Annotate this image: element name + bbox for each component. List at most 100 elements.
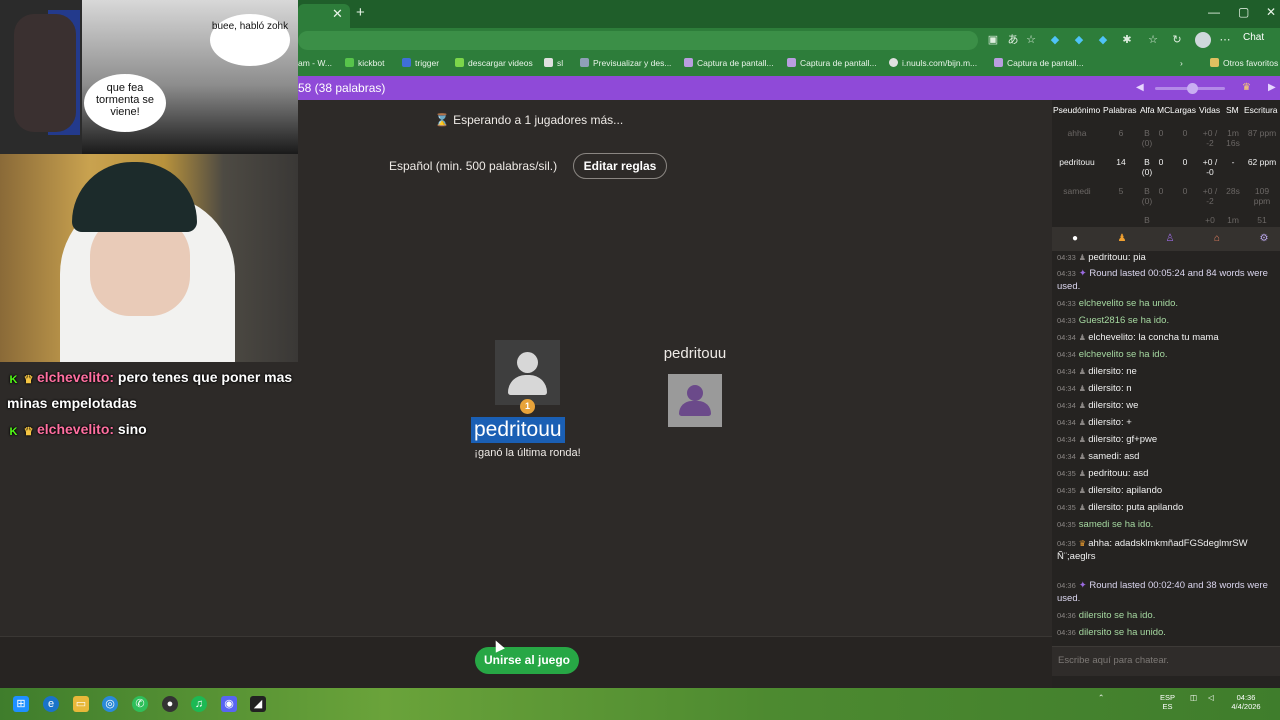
- chat-username[interactable]: dilersito: [1088, 366, 1121, 377]
- scoreboard-row: samedi 5 B (0) 0 0 +0 / -2 28s 109 ppm: [1052, 183, 1280, 211]
- puzzle-icon[interactable]: ✱: [1120, 33, 1134, 47]
- settings-tab-icon[interactable]: ⚙: [1257, 232, 1271, 246]
- lives-cell: +0: [1205, 215, 1215, 225]
- bookmark[interactable]: descargar videos: [455, 58, 533, 68]
- chat-username[interactable]: samedi: [1088, 451, 1119, 462]
- chat-username[interactable]: dilersito: [1088, 417, 1121, 428]
- chat-username[interactable]: elchevelito: [1088, 332, 1133, 343]
- start-icon[interactable]: ⊞: [13, 696, 29, 712]
- url-field[interactable]: [298, 31, 978, 50]
- lang-code: ESP: [1160, 693, 1176, 702]
- minimize-icon[interactable]: —: [1208, 5, 1220, 19]
- bookmark-label: Captura de pantall...: [800, 58, 877, 68]
- chat-message: 04:35 ♟ pedritouu: asd: [1057, 468, 1275, 481]
- edit-rules-button[interactable]: Editar reglas: [573, 153, 667, 179]
- chat-text: apilando: [1126, 485, 1163, 496]
- user-icon-body: [508, 375, 547, 395]
- extension-icon[interactable]: ◆: [1048, 33, 1062, 47]
- chat-message: 04:34 ♟ dilersito: +: [1057, 417, 1275, 430]
- chrome-icon[interactable]: ●: [162, 696, 178, 712]
- chevron-right-icon[interactable]: ›: [1180, 58, 1183, 68]
- volume-knob[interactable]: [1187, 83, 1198, 94]
- obs-icon[interactable]: ◢: [250, 696, 266, 712]
- chat-username[interactable]: dilersito: [1088, 383, 1121, 394]
- star-icon[interactable]: ☆: [1024, 33, 1038, 47]
- volume-tray-icon[interactable]: ◁: [1208, 693, 1214, 702]
- chat-text: Round lasted 00:02:40 and 38 words were …: [1057, 580, 1268, 604]
- bookmark[interactable]: Otros favoritos: [1210, 58, 1278, 68]
- chat-text: dilersito se ha unido.: [1078, 627, 1166, 638]
- folder-icon[interactable]: ▭: [73, 696, 89, 712]
- bookmark[interactable]: Captura de pantall...: [684, 58, 774, 68]
- crown-badge-icon: ♛: [23, 374, 34, 386]
- chat-system-message: 04:33 Guest2816 se ha ido.: [1057, 315, 1275, 328]
- bookmark[interactable]: sl: [544, 58, 563, 68]
- chat-input-placeholder: Escribe aquí para chatear.: [1058, 655, 1169, 666]
- players-tab-icon[interactable]: ♟: [1115, 232, 1129, 246]
- alfa-cell: B (0): [1141, 186, 1153, 206]
- bookmark[interactable]: am - W...: [298, 58, 332, 68]
- bookmark[interactable]: kickbot: [345, 58, 384, 68]
- translate-icon[interactable]: あ: [1006, 33, 1020, 47]
- favorites-icon[interactable]: ☆: [1146, 33, 1160, 47]
- player-name-cell: ahha: [1067, 128, 1087, 138]
- chat-username[interactable]: dilersito: [1088, 502, 1121, 513]
- chat-username[interactable]: dilersito: [1088, 485, 1121, 496]
- bookmark[interactable]: i.nuuls.com/bijn.m...: [889, 58, 977, 68]
- profile-tab-icon[interactable]: ♙: [1163, 232, 1177, 246]
- crown-icon: ♛: [1078, 539, 1089, 548]
- user-icon: [687, 385, 703, 401]
- bookmark[interactable]: Previsualizar y des...: [580, 58, 671, 68]
- more-icon[interactable]: ⋯: [1218, 33, 1232, 47]
- chat-username[interactable]: dilersito: [1088, 434, 1121, 445]
- bookmark[interactable]: Captura de pantall...: [994, 58, 1084, 68]
- discord-icon[interactable]: ◉: [221, 696, 237, 712]
- lives-cell: +0 / -2: [1202, 128, 1218, 148]
- network-icon[interactable]: ◫: [1190, 693, 1197, 702]
- close-window-icon[interactable]: ✕: [1266, 5, 1276, 19]
- new-tab-icon[interactable]: +: [356, 4, 365, 21]
- alfa-cell: B: [1144, 215, 1150, 225]
- chat-text: Round lasted 00:05:24 and 84 words were …: [1057, 268, 1268, 292]
- bookmark-label: sl: [557, 58, 564, 68]
- edge-icon[interactable]: e: [43, 696, 59, 712]
- whatsapp-icon[interactable]: ✆: [132, 696, 148, 712]
- chat-text: asd: [1133, 468, 1149, 479]
- app-icon[interactable]: ▣: [986, 33, 1000, 47]
- user-icon: ♟: [1078, 435, 1089, 444]
- bookmark[interactable]: trigger: [402, 58, 439, 68]
- user-icon: ♟: [1078, 469, 1089, 478]
- extension-icon[interactable]: ◆: [1096, 33, 1110, 47]
- copilot-chat-button[interactable]: Chat: [1243, 32, 1264, 43]
- bookmark[interactable]: Captura de pantall...: [787, 58, 877, 68]
- spotify-icon[interactable]: ♫: [191, 696, 207, 712]
- room-tab-icon[interactable]: ⌂: [1210, 232, 1224, 246]
- chevron-up-icon[interactable]: ⌃: [1098, 693, 1104, 702]
- chat-username[interactable]: pedritouu: [1088, 468, 1128, 479]
- bookmark-icon: [580, 58, 589, 67]
- rules-text: Español (min. 500 palabras/sil.): [389, 159, 558, 173]
- chat-username[interactable]: pedritouu: [1088, 252, 1128, 263]
- chat-tab-icon[interactable]: ●: [1068, 232, 1082, 246]
- language-indicator[interactable]: ESP ES: [1160, 693, 1175, 711]
- chat-username[interactable]: ahha: [1088, 538, 1109, 549]
- chat-username[interactable]: dilersito: [1088, 400, 1121, 411]
- browser-icon[interactable]: ◎: [102, 696, 118, 712]
- volume-icon[interactable]: ◀: [1136, 82, 1144, 93]
- extension-icon[interactable]: ◆: [1072, 33, 1086, 47]
- chat-time: 04:34: [1057, 350, 1076, 359]
- crown-icon[interactable]: ♛: [1242, 82, 1251, 93]
- play-icon[interactable]: ▶: [1268, 82, 1276, 93]
- join-game-button[interactable]: Unirse al juego: [475, 647, 579, 674]
- chat-time: 04:33: [1057, 269, 1076, 278]
- profile-avatar[interactable]: [1195, 32, 1211, 48]
- pen-icon: [787, 58, 796, 67]
- clock[interactable]: 04:36 4/4/2026: [1226, 693, 1266, 711]
- history-icon[interactable]: ↻: [1170, 33, 1184, 47]
- kick-icon: [345, 58, 354, 67]
- close-tab-icon[interactable]: ✕: [332, 6, 343, 22]
- chat-time: 04:35: [1057, 486, 1076, 495]
- overlay-message: K ♛ elchevelito: sino: [7, 416, 297, 442]
- maximize-icon[interactable]: ▢: [1238, 5, 1249, 19]
- kick-badge-icon: K: [9, 374, 18, 386]
